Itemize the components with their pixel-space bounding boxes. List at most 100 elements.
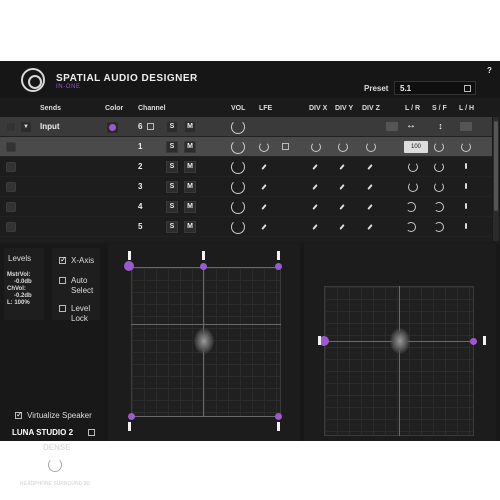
solo-button[interactable]: S (166, 221, 178, 233)
channel-row-3[interactable]: 3 S M (0, 177, 492, 197)
lr-knob[interactable] (406, 222, 416, 232)
help-button[interactable]: ? (487, 66, 492, 75)
arrows-horizontal-icon[interactable]: ↔ (406, 120, 416, 131)
lfe-indicator[interactable] (261, 224, 267, 230)
div-x-indicator[interactable] (312, 184, 318, 190)
copy-icon[interactable] (147, 123, 154, 130)
mstr-vol-label: MstrVol: (7, 272, 31, 278)
vol-knob[interactable] (231, 140, 245, 154)
mute-button[interactable]: M (184, 201, 196, 213)
vol-knob[interactable] (231, 200, 245, 214)
row-toggle-button[interactable] (6, 202, 16, 212)
solo-button[interactable]: S (166, 121, 178, 133)
div-y-indicator[interactable] (339, 164, 345, 170)
div-y-indicator[interactable] (339, 184, 345, 190)
input-row[interactable]: ▼ Input 6 S M ↕ ↔ (0, 117, 492, 137)
lh-indicator[interactable] (465, 203, 467, 209)
sf-knob[interactable] (434, 202, 444, 212)
channel-row-2[interactable]: 2 S M (0, 157, 492, 177)
mute-button[interactable]: M (184, 181, 196, 193)
row-toggle-button[interactable] (6, 182, 16, 192)
div-y-indicator[interactable] (339, 224, 345, 230)
row-toggle-button[interactable] (6, 222, 16, 232)
speaker-dot-fr[interactable] (275, 263, 282, 270)
div-x-knob[interactable] (311, 142, 321, 152)
vol-knob[interactable] (231, 220, 245, 234)
channel-row-1[interactable]: 1 S M 100 (0, 137, 492, 157)
mute-button[interactable]: M (184, 121, 196, 133)
channel-row-4[interactable]: 4 S M (0, 197, 492, 217)
table-scrollbar[interactable] (493, 117, 499, 241)
div-y-knob[interactable] (338, 142, 348, 152)
speaker-handle-c[interactable] (202, 251, 205, 260)
top-view-panel (108, 244, 300, 441)
vol-knob[interactable] (231, 120, 245, 134)
lfe-indicator[interactable] (261, 204, 267, 210)
auto-select-checkbox[interactable] (59, 277, 66, 284)
sf-knob[interactable] (434, 182, 444, 192)
chevron-down-icon[interactable]: ▼ (21, 122, 31, 132)
speaker-handle-sr[interactable] (277, 422, 280, 431)
speaker-dot-fl[interactable] (124, 261, 134, 271)
arrows-vertical-icon[interactable]: ↕ (435, 121, 446, 132)
lr-link-button[interactable] (386, 122, 398, 131)
copy-icon[interactable] (282, 143, 289, 150)
div-z-indicator[interactable] (367, 224, 373, 230)
lh-indicator[interactable] (465, 163, 467, 169)
copy-icon[interactable] (88, 429, 95, 436)
lh-link-button[interactable] (460, 122, 472, 131)
lfe-indicator[interactable] (261, 164, 267, 170)
speaker-dot-sr[interactable] (275, 413, 282, 420)
lfe-knob[interactable] (259, 142, 269, 152)
solo-button[interactable]: S (166, 201, 178, 213)
lfe-indicator[interactable] (261, 184, 267, 190)
color-swatch[interactable] (107, 122, 118, 133)
div-x-indicator[interactable] (312, 204, 318, 210)
channel-row-5[interactable]: 5 S M (0, 217, 492, 237)
vol-knob[interactable] (231, 160, 245, 174)
div-x-indicator[interactable] (312, 164, 318, 170)
solo-button[interactable]: S (166, 181, 178, 193)
sf-knob[interactable] (434, 162, 444, 172)
lh-knob[interactable] (461, 142, 471, 152)
lh-indicator[interactable] (465, 183, 467, 189)
lr-knob[interactable] (408, 182, 418, 192)
lr-knob[interactable] (408, 162, 418, 172)
div-z-indicator[interactable] (367, 184, 373, 190)
vol-knob[interactable] (231, 180, 245, 194)
row-toggle-button[interactable] (6, 162, 16, 172)
side-dot-rear[interactable] (470, 338, 477, 345)
side-handle-front[interactable] (318, 336, 321, 345)
lr-knob[interactable] (406, 202, 416, 212)
div-y-indicator[interactable] (339, 204, 345, 210)
link-icon[interactable] (6, 142, 16, 152)
sf-knob[interactable] (434, 222, 444, 232)
copy-icon[interactable] (464, 85, 471, 92)
div-z-indicator[interactable] (367, 204, 373, 210)
lh-indicator[interactable] (465, 223, 467, 229)
div-z-indicator[interactable] (367, 164, 373, 170)
virtualize-checkbox[interactable] (15, 410, 23, 419)
row-toggle-button[interactable] (6, 122, 16, 132)
speaker-handle-fl[interactable] (128, 251, 131, 260)
speaker-handle-fr[interactable] (277, 251, 280, 260)
solo-button[interactable]: S (166, 141, 178, 153)
x-axis-checkbox[interactable] (59, 255, 67, 264)
side-handle-rear[interactable] (483, 336, 486, 345)
mute-button[interactable]: M (184, 221, 196, 233)
speaker-handle-sl[interactable] (128, 422, 131, 431)
col-div-z: DIV Z (362, 105, 380, 112)
sf-knob[interactable] (434, 142, 444, 152)
mode-knob[interactable] (48, 458, 62, 472)
solo-button[interactable]: S (166, 161, 178, 173)
div-x-indicator[interactable] (312, 224, 318, 230)
div-z-knob[interactable] (366, 142, 376, 152)
lr-value-field[interactable]: 100 (404, 141, 428, 153)
scroll-thumb[interactable] (494, 121, 498, 211)
speaker-dot-c[interactable] (200, 263, 207, 270)
mute-button[interactable]: M (184, 141, 196, 153)
level-lock-checkbox[interactable] (59, 305, 66, 312)
speaker-dot-sl[interactable] (128, 413, 135, 420)
preset-select[interactable]: 5.1 (394, 81, 476, 95)
mute-button[interactable]: M (184, 161, 196, 173)
